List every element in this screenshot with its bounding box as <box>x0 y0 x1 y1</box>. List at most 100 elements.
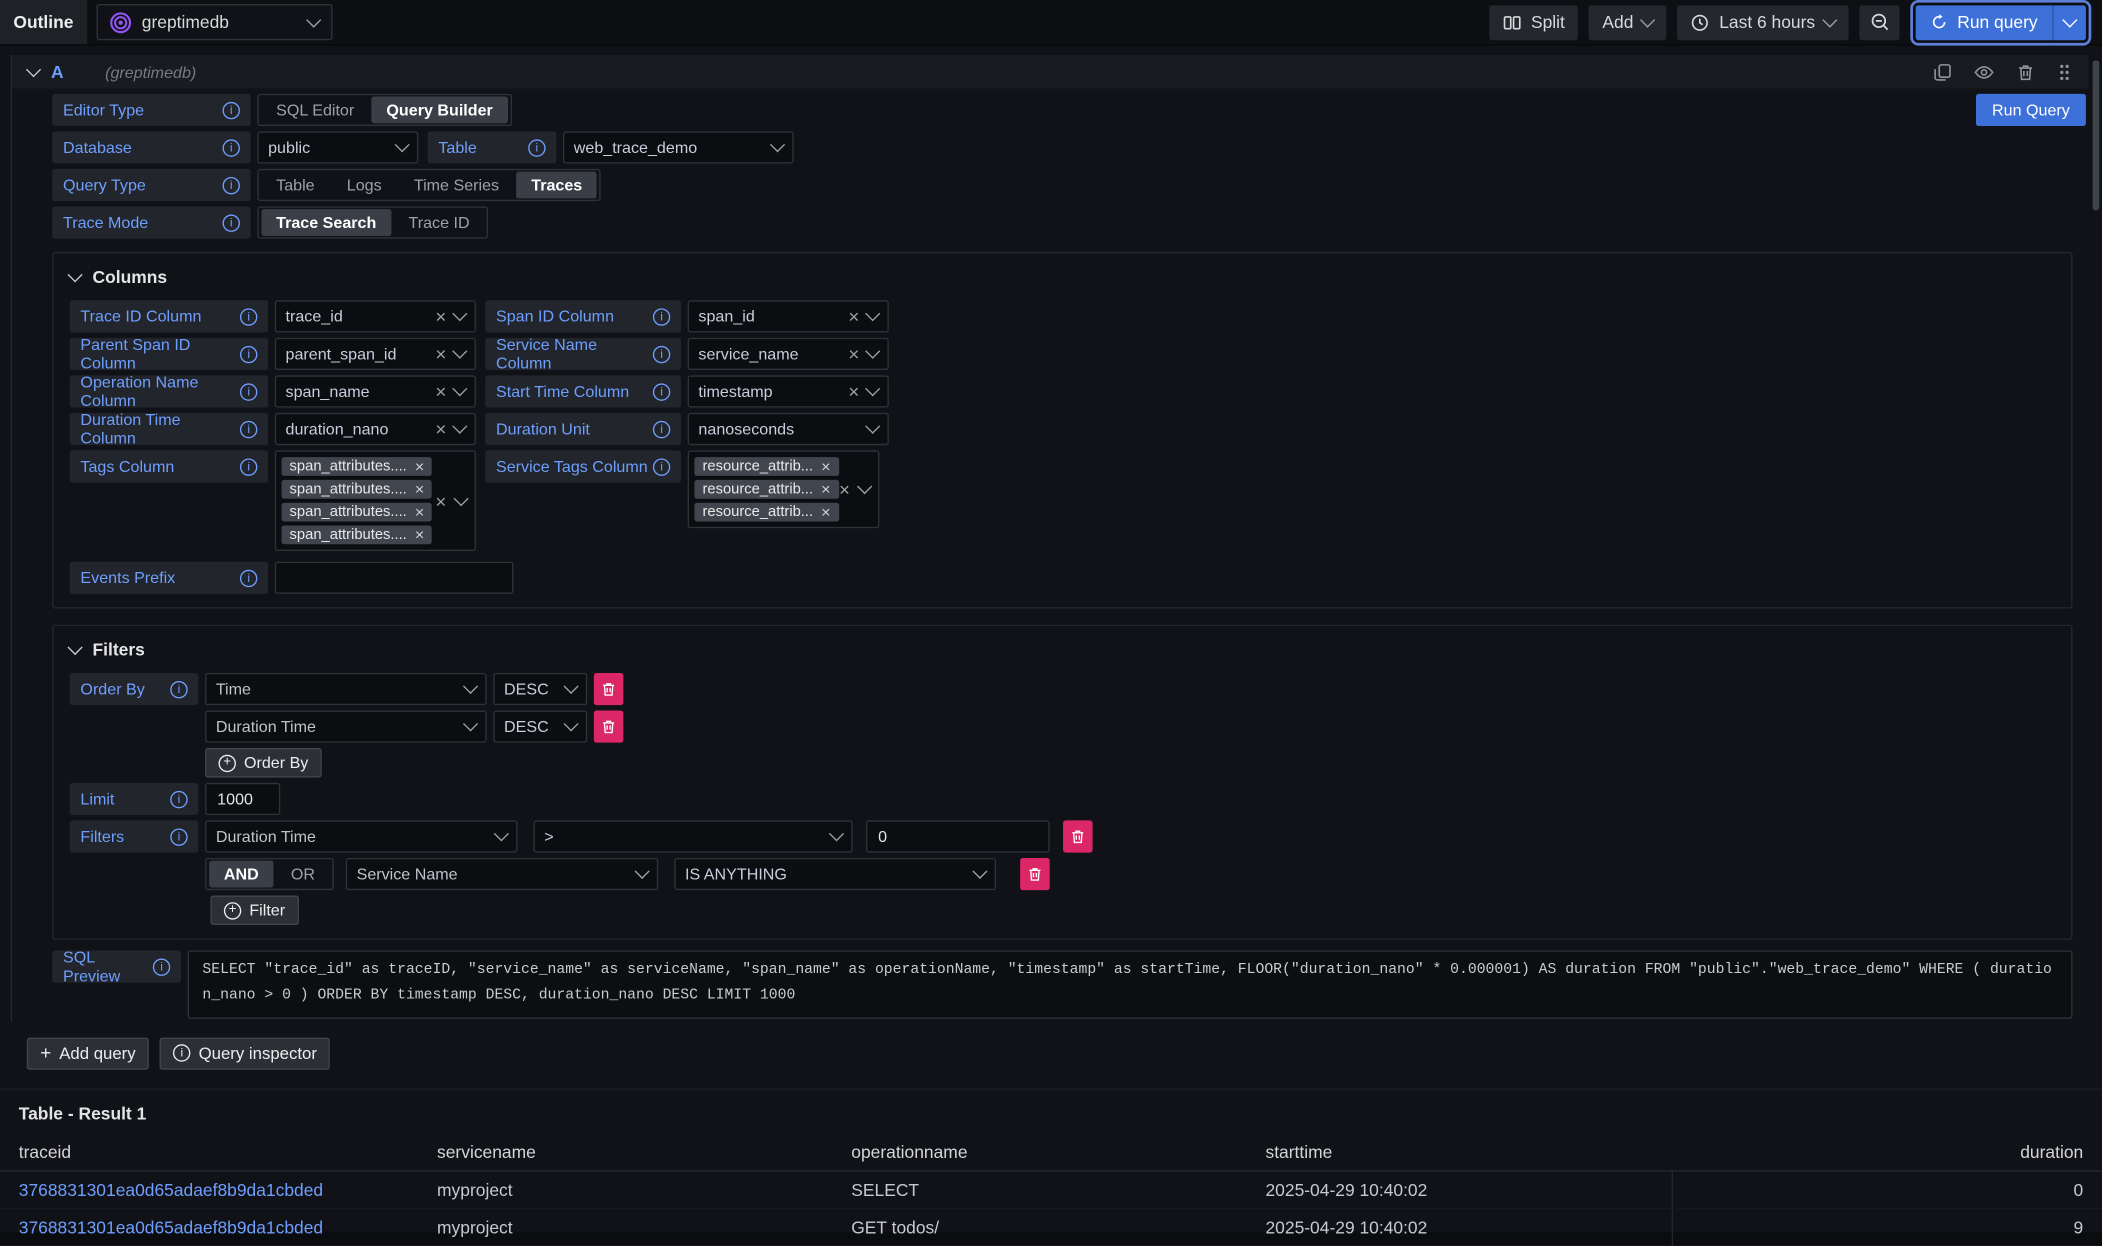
circle-plus-icon <box>224 902 241 919</box>
chevron-down-icon <box>463 716 478 731</box>
column-header-traceid[interactable]: traceid <box>19 1141 437 1161</box>
clear-icon[interactable] <box>435 420 446 439</box>
duration-time-column-select[interactable]: duration_nano <box>275 413 476 445</box>
query-type-option-logs[interactable]: Logs <box>332 172 396 199</box>
clear-icon[interactable] <box>435 345 446 364</box>
add-query-button[interactable]: Add query <box>27 1037 149 1069</box>
info-icon <box>240 383 257 400</box>
column-header-servicename[interactable]: servicename <box>437 1141 851 1161</box>
filter-logic-and[interactable]: AND <box>209 861 273 888</box>
column-header-duration[interactable]: duration <box>1673 1141 2083 1161</box>
filter-operator-select[interactable]: IS ANYTHING <box>674 858 996 890</box>
span-id-column-select[interactable]: span_id <box>688 300 889 332</box>
query-editor-row: A (greptimedb) <box>11 55 2089 1021</box>
remove-chip-icon[interactable] <box>821 481 830 497</box>
clear-all-icon[interactable] <box>435 491 446 510</box>
editor-type-option-builder[interactable]: Query Builder <box>372 97 508 124</box>
clear-all-icon[interactable] <box>839 480 850 499</box>
remove-chip-icon[interactable] <box>415 458 424 474</box>
remove-chip-icon[interactable] <box>821 504 830 520</box>
filter-field-select[interactable]: Duration Time <box>205 820 517 852</box>
trace-id-column-select[interactable]: trace_id <box>275 300 476 332</box>
run-query-button[interactable]: Run query <box>1916 5 2053 40</box>
chevron-down-icon <box>2062 12 2077 27</box>
run-query-options-button[interactable] <box>2052 5 2086 40</box>
filters-section: Filters Order By Time DESC <box>52 625 2072 940</box>
row-run-query-button[interactable]: Run Query <box>1976 94 2086 126</box>
column-header-operationname[interactable]: operationname <box>851 1141 1265 1161</box>
query-editor-body: Run Query Editor Type SQL Editor Query B… <box>12 88 2089 1020</box>
chevron-down-icon <box>452 306 467 321</box>
delete-order-by-button[interactable] <box>594 710 623 742</box>
query-inspector-button[interactable]: Query inspector <box>160 1037 331 1069</box>
parent-span-id-column-label: Parent Span ID Column <box>70 338 268 370</box>
delete-filter-button[interactable] <box>1020 858 1049 890</box>
split-button[interactable]: Split <box>1489 5 1578 40</box>
zoom-out-time-button[interactable] <box>1859 5 1899 40</box>
service-name-column-select[interactable]: service_name <box>688 338 889 370</box>
add-filter-button[interactable]: Filter <box>210 895 298 924</box>
clear-icon[interactable] <box>848 345 859 364</box>
info-icon <box>170 680 187 697</box>
collapse-query-icon[interactable] <box>26 61 41 76</box>
order-by-field-select[interactable]: Duration Time <box>205 710 487 742</box>
filters-section-header[interactable]: Filters <box>70 639 2055 659</box>
database-select[interactable]: public <box>257 131 418 163</box>
drag-handle-icon[interactable] <box>2056 62 2072 81</box>
clear-icon[interactable] <box>435 307 446 326</box>
outline-button[interactable]: Outline <box>0 0 87 44</box>
query-type-option-timeseries[interactable]: Time Series <box>399 172 514 199</box>
cell-servicename: myproject <box>437 1179 851 1199</box>
clear-icon[interactable] <box>848 307 859 326</box>
remove-query-icon[interactable] <box>2016 62 2035 81</box>
editor-type-option-sql[interactable]: SQL Editor <box>261 97 369 124</box>
cell-starttime: 2025-04-29 10:40:02 <box>1265 1171 1673 1207</box>
remove-chip-icon[interactable] <box>415 504 424 520</box>
tags-column-multiselect[interactable]: span_attributes.... span_attributes.... … <box>275 450 476 551</box>
filter-logic-or[interactable]: OR <box>276 861 330 888</box>
trace-id-link[interactable]: 3768831301ea0d65adaef8b9da1cbded <box>19 1217 323 1237</box>
info-icon <box>528 139 545 156</box>
datasource-picker[interactable]: greptimedb <box>96 4 332 40</box>
events-prefix-input[interactable] <box>275 562 514 594</box>
time-range-picker[interactable]: Last 6 hours <box>1678 5 1849 40</box>
remove-chip-icon[interactable] <box>415 481 424 497</box>
service-tags-column-multiselect[interactable]: resource_attrib... resource_attrib... re… <box>688 450 880 528</box>
chevron-down-icon <box>865 306 880 321</box>
trace-mode-option-search[interactable]: Trace Search <box>261 209 391 236</box>
greptimedb-logo-icon <box>110 11 131 32</box>
parent-span-id-column-select[interactable]: parent_span_id <box>275 338 476 370</box>
query-type-option-table[interactable]: Table <box>261 172 329 199</box>
delete-filter-button[interactable] <box>1063 820 1092 852</box>
scrollbar-thumb[interactable] <box>2093 60 2100 210</box>
order-by-direction-select[interactable]: DESC <box>493 673 587 705</box>
filter-field-select[interactable]: Service Name <box>346 858 658 890</box>
filter-value-input[interactable]: 0 <box>866 820 1050 852</box>
operation-name-column-select[interactable]: span_name <box>275 375 476 407</box>
add-order-by-button[interactable]: Order By <box>205 748 322 777</box>
table-select[interactable]: web_trace_demo <box>563 131 794 163</box>
trace-mode-option-id[interactable]: Trace ID <box>394 209 485 236</box>
column-header-starttime[interactable]: starttime <box>1265 1141 1673 1161</box>
add-button[interactable]: Add <box>1589 5 1667 40</box>
limit-input[interactable]: 1000 <box>205 783 280 815</box>
duration-unit-select[interactable]: nanoseconds <box>688 413 889 445</box>
query-datasource-hint: (greptimedb) <box>105 62 196 81</box>
trace-id-link[interactable]: 3768831301ea0d65adaef8b9da1cbded <box>19 1179 323 1199</box>
clear-icon[interactable] <box>435 382 446 401</box>
duplicate-query-icon[interactable] <box>1933 62 1952 81</box>
start-time-column-select[interactable]: timestamp <box>688 375 889 407</box>
filter-operator-select[interactable]: > <box>534 820 853 852</box>
chevron-down-icon <box>972 864 987 879</box>
chevron-down-icon <box>494 826 509 841</box>
clear-icon[interactable] <box>848 382 859 401</box>
columns-section-header[interactable]: Columns <box>70 267 2055 287</box>
order-by-field-select[interactable]: Time <box>205 673 487 705</box>
remove-chip-icon[interactable] <box>821 458 830 474</box>
toggle-visibility-icon[interactable] <box>1973 61 1994 82</box>
query-type-option-traces[interactable]: Traces <box>517 172 597 199</box>
cell-starttime: 2025-04-29 10:40:02 <box>1265 1209 1673 1245</box>
remove-chip-icon[interactable] <box>415 527 424 543</box>
order-by-direction-select[interactable]: DESC <box>493 710 587 742</box>
delete-order-by-button[interactable] <box>594 673 623 705</box>
